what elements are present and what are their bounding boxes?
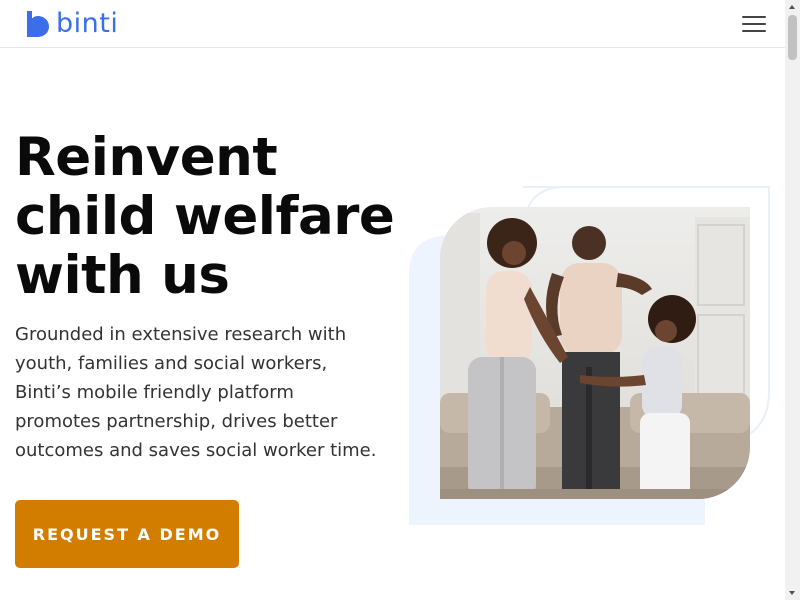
- scrollbar-thumb[interactable]: [788, 15, 797, 60]
- arrow-up-icon: [789, 5, 795, 9]
- vertical-scrollbar[interactable]: [785, 0, 800, 600]
- family-photo-icon: [440, 207, 750, 499]
- hero-title: Reinvent child welfare with us: [15, 127, 395, 306]
- brand-name: binti: [56, 7, 119, 39]
- scroll-up-button[interactable]: [785, 0, 800, 14]
- hamburger-icon-line: [742, 23, 766, 25]
- binti-heart-icon: [27, 11, 49, 37]
- hero-description: Grounded in extensive research with yout…: [15, 324, 377, 461]
- family-photo: [440, 207, 750, 499]
- request-demo-button[interactable]: REQUEST A DEMO: [15, 500, 239, 568]
- brand-logo[interactable]: binti: [24, 8, 118, 40]
- menu-toggle-button[interactable]: [738, 12, 770, 36]
- hamburger-icon-line: [742, 30, 766, 32]
- arrow-down-icon: [789, 591, 795, 595]
- hamburger-icon: [742, 16, 766, 18]
- hero-visual: [405, 183, 775, 528]
- scroll-down-button[interactable]: [785, 586, 800, 600]
- site-header: binti: [0, 0, 785, 48]
